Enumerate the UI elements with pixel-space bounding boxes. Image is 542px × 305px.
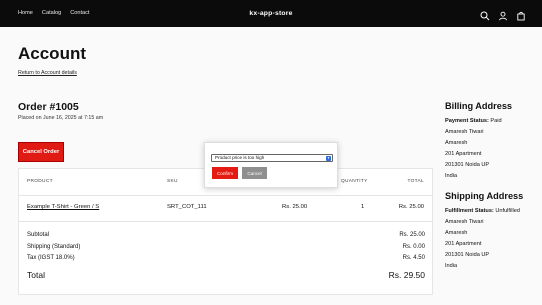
shipping-label: Shipping (Standard) <box>27 244 81 250</box>
search-icon[interactable] <box>480 8 490 21</box>
col-sku: SKU <box>167 179 178 184</box>
cart-icon[interactable] <box>516 8 526 21</box>
divider <box>19 195 432 196</box>
shipping-line: Amaresh Tiwari <box>445 219 484 225</box>
price-cell: Rs. 25.00 <box>282 204 308 210</box>
col-product: PRODUCT <box>27 179 53 184</box>
divider <box>19 221 432 222</box>
sku-cell: SRT_COT_111 <box>167 204 207 210</box>
total-label: Total <box>27 270 45 280</box>
shipping-line: India <box>445 263 458 269</box>
billing-line: India <box>445 173 458 179</box>
payment-status-value: Paid <box>490 118 502 124</box>
billing-line: 201 Apartment <box>445 151 482 157</box>
col-quantity: QUANTITY <box>341 179 368 184</box>
fulfillment-status-label: Fulfillment Status: <box>445 208 494 214</box>
page-title: Account <box>18 44 86 63</box>
return-to-account-link[interactable]: Return to Account details <box>18 70 77 76</box>
header-icons <box>480 8 526 21</box>
top-header: Home Catalog Contact kx-app-store <box>0 0 542 27</box>
fulfillment-status-value: Unfulfilled <box>495 208 520 214</box>
billing-line: 201301 Noida UP <box>445 162 490 168</box>
col-total: TOTAL <box>407 179 424 184</box>
product-link[interactable]: Example T-Shirt - Green / S <box>27 204 99 210</box>
total-value: Rs. 29.50 <box>388 270 425 280</box>
order-placed-date: Placed on June 16, 2025 at 7:15 am <box>18 115 104 121</box>
cancel-reason-select[interactable]: Product price is too high ▾ <box>211 154 333 162</box>
shipping-value: Rs. 0.00 <box>402 244 425 250</box>
store-logo[interactable]: kx-app-store <box>0 10 542 17</box>
shipping-title: Shipping Address <box>445 191 524 201</box>
order-title: Order #1005 <box>18 101 79 113</box>
shipping-line: 201 Apartment <box>445 241 482 247</box>
payment-status-label: Payment Status: <box>445 118 489 124</box>
billing-line: Amaresh Tiwari <box>445 129 484 135</box>
cancel-reason-popup: Product price is too high ▾ <box>204 142 338 188</box>
subtotal-value: Rs. 25.00 <box>399 232 425 238</box>
billing-line: Amaresh <box>445 140 468 146</box>
confirm-button[interactable]: Confirm <box>212 167 238 179</box>
subtotal-label: Subtotal <box>27 232 50 238</box>
payment-status: Payment Status: Paid <box>445 118 540 125</box>
fulfillment-status: Fulfillment Status: Unfulfilled <box>445 208 540 215</box>
quantity-cell: 1 <box>361 204 365 210</box>
tax-value: Rs. 4.50 <box>402 255 425 261</box>
total-cell: Rs. 25.00 <box>398 204 424 210</box>
cancel-button[interactable]: Cancel <box>242 167 267 179</box>
shipping-line: Amaresh <box>445 230 468 236</box>
chevron-down-icon: ▾ <box>326 155 331 161</box>
account-icon[interactable] <box>498 8 508 21</box>
tax-label: Tax (IGST 18.0%) <box>27 255 75 261</box>
billing-title: Billing Address <box>445 101 513 111</box>
select-value: Product price is too high <box>215 155 265 160</box>
address-column: Billing Address Payment Status: Paid Ama… <box>445 101 540 270</box>
cancel-order-button[interactable]: Cancel Order <box>18 142 64 162</box>
shipping-line: 201301 Noida UP <box>445 252 490 258</box>
